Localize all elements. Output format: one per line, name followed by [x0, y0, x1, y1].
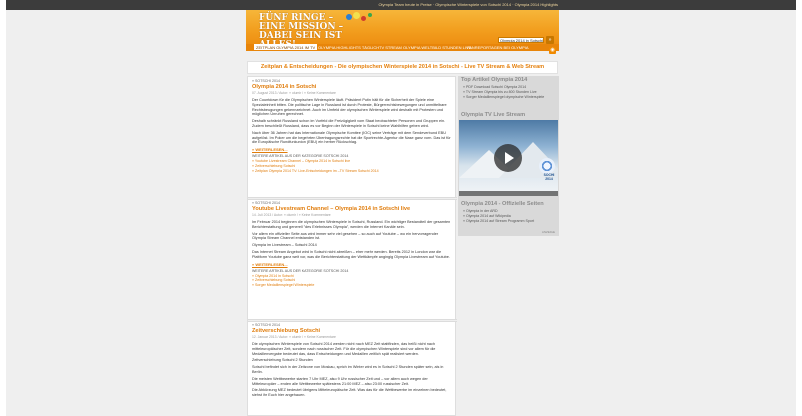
post-paragraph: Die olympischen Winterspiele von Sotschi… — [252, 342, 436, 356]
widget-title-official: Olympia 2014 - Offizielle Seiten — [461, 201, 544, 207]
read-more-link[interactable]: » WEITERLESEN... — [252, 262, 453, 267]
post-meta: 07. August 2013 / Autor: » olumir / » Ke… — [252, 91, 336, 95]
video-player[interactable]: SOCHI 2014 — [459, 120, 558, 196]
post-title[interactable]: Youtube Livestream Channel – Olympia 201… — [252, 206, 453, 213]
post-paragraph: Sotschi befindet sich in der Zeitzone vo… — [252, 365, 444, 374]
widget-title-video: Olympia TV Live Stream — [461, 112, 526, 118]
post-paragraph: Der Countdown für die Olympischen Winter… — [252, 98, 447, 117]
rss-icon[interactable]: ◉ — [549, 47, 556, 54]
search-input[interactable] — [498, 37, 544, 43]
ad-label: ANZEIGE — [541, 230, 555, 234]
post-paragraph: Nach über 36 Jahren hat das Internationa… — [252, 130, 451, 145]
post-separator — [248, 319, 457, 322]
top-links[interactable]: Olympia Team heute in Preise · Olympisch… — [378, 2, 558, 7]
related-link[interactable]: » Zeitplan Olympia 2014 TV: Live-Entsche… — [252, 169, 453, 174]
post: » SOTSCHI 2014 Olympia 2014 in Sotschi 0… — [248, 79, 457, 174]
nav-item-highlights[interactable]: OLYMPIA HIGHLIGHTS TÄGLICH — [318, 45, 379, 50]
site-header: FÜNF RINGE – EINE MISSION – DABEI SEIN I… — [246, 10, 559, 50]
post-paragraph: Im Februar 2014 beginnen die olympischen… — [252, 220, 451, 229]
video-controls[interactable] — [459, 191, 558, 196]
post-paragraph: Das Internet Stream Angebot wird in Sots… — [252, 249, 450, 259]
sidebar-link[interactable]: » Olympia 2014 auf Stream Programm Sport — [458, 219, 559, 224]
post-paragraph: Die meisten Wettbewerbe starten 7 Uhr ME… — [252, 376, 428, 386]
post: » SOTSCHI 2014 Youtube Livestream Channe… — [248, 201, 457, 288]
post-paragraph: Zeitverschiebung Sotschi 2 Stunden — [252, 358, 313, 363]
sidebar: Top Artikel Olympia 2014 » PDF Download … — [458, 76, 559, 236]
post-meta: 12. Januar 2013 / Autor: » olumir / » Ke… — [252, 335, 336, 339]
post: » SOTSCHI 2014 Zeitverschiebung Sotschi … — [248, 323, 457, 398]
post-separator — [248, 197, 457, 200]
play-icon[interactable] — [494, 144, 522, 172]
widget-official: Olympia 2014 - Offizielle Seiten » Olymp… — [458, 200, 559, 224]
post-paragraph: Olympia im Livestream – Sotschi 2014 — [252, 243, 317, 248]
nav-item-fanreportagen[interactable]: FANREPORTAGEN BEI OLYMPIA — [467, 45, 529, 50]
related-link[interactable]: » Sorger Medaillenspiegel Winterspiele — [252, 283, 453, 288]
widget-title-top-articles: Top Artikel Olympia 2014 — [461, 77, 528, 83]
post-paragraph: Vor allem ein offizieller Seite aus wird… — [252, 231, 439, 241]
site-canvas: Olympia Team heute in Preise · Olympisch… — [6, 0, 796, 416]
page-heading: Zeitplan & Entscheidungen - Die olympisc… — [247, 61, 558, 74]
post-paragraph: Die Abkürzung MEZ bedeutet übrigens Mitt… — [252, 388, 447, 398]
nav-item-zeitplan[interactable]: ZEITPLAN OLYMPIA 2014 IM TV — [254, 44, 318, 50]
post-title[interactable]: Zeitverschiebung Sotschi — [252, 328, 453, 335]
video-badge: SOCHI 2014 — [543, 173, 555, 181]
sochi-logo-icon — [539, 158, 555, 174]
post-title[interactable]: Olympia 2014 in Sotschi — [252, 84, 453, 91]
page: Olympia Team heute in Preise · Olympisch… — [0, 0, 802, 416]
sidebar-link[interactable]: » Sorger Medaillenspiegel olympische Win… — [458, 95, 559, 100]
post-meta: 14. Juli 2013 / Autor: » olumir / » Kein… — [252, 213, 331, 217]
read-more-link[interactable]: » WEITERLESEN... — [252, 147, 453, 152]
main-nav: ZEITPLAN OLYMPIA 2014 IM TV OLYMPIA HIGH… — [246, 44, 559, 51]
top-bar: Olympia Team heute in Preise · Olympisch… — [6, 0, 796, 10]
nav-item-tv-stream[interactable]: TV STREAM OLYMPIA WELTBILD STUNDEN LIVE — [379, 45, 471, 50]
post-paragraph: Deshalb schränkt Russland schon im Vorfe… — [252, 119, 446, 128]
search-button[interactable]: » — [546, 36, 554, 44]
olympic-rings-icon — [344, 12, 374, 28]
main-content: » SOTSCHI 2014 Olympia 2014 in Sotschi 0… — [247, 76, 457, 416]
